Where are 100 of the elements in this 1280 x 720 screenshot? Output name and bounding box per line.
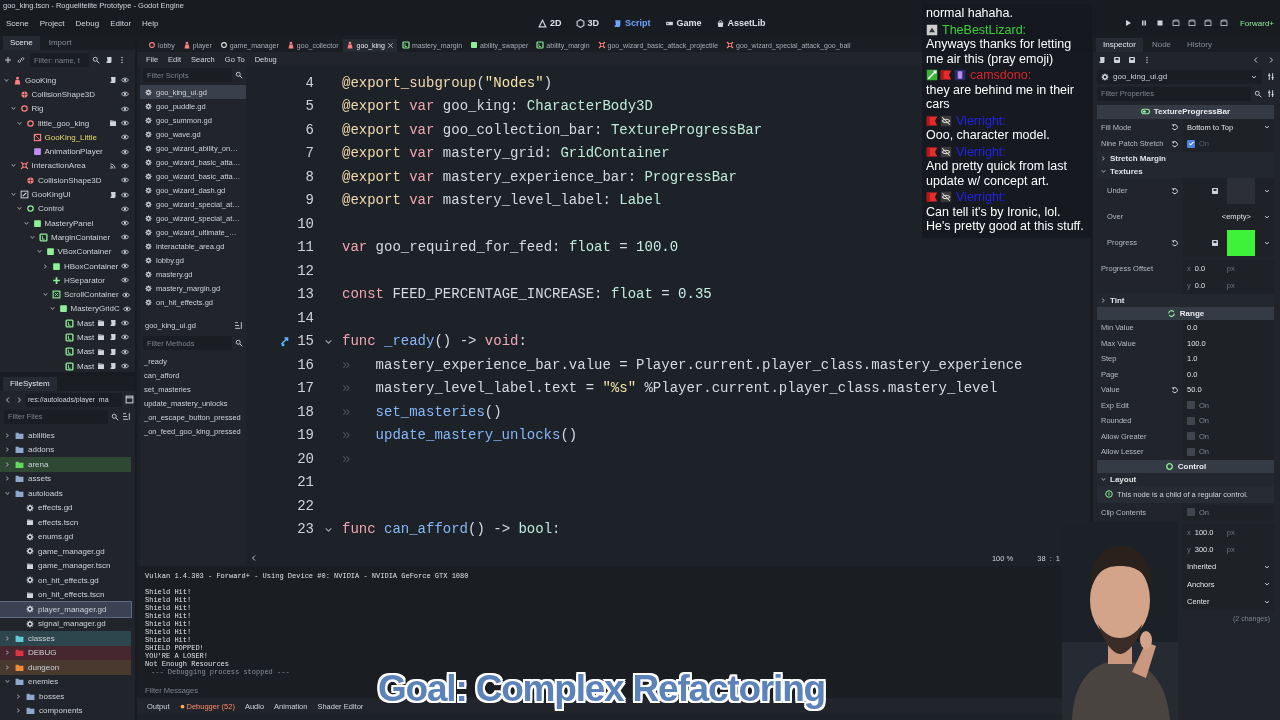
menu-item[interactable]: Help (142, 18, 159, 28)
tree-item[interactable]: little_goo_king (0, 115, 135, 131)
visibility-icon[interactable] (121, 204, 129, 213)
revert-icon[interactable] (1171, 186, 1179, 195)
tree-item[interactable]: GooKing_Little (0, 130, 135, 145)
filesystem-entry[interactable]: classes (0, 631, 131, 646)
visibility-icon[interactable] (121, 362, 130, 371)
filesystem-entry[interactable]: bosses (0, 689, 131, 704)
tree-item[interactable]: MasteryGridC (0, 301, 135, 317)
tree-item[interactable]: ScrollContainer (0, 287, 135, 302)
script-icon[interactable] (109, 319, 118, 328)
tree-item[interactable]: CollisionShape3D (0, 87, 135, 102)
clapperboard-icon[interactable] (97, 362, 106, 371)
visibility-icon[interactable] (121, 262, 130, 270)
revert-icon[interactable] (1171, 123, 1179, 132)
visibility-icon[interactable] (121, 161, 129, 170)
filesystem-entry[interactable]: arena (0, 457, 131, 472)
visibility-icon[interactable] (121, 190, 129, 199)
dock-tab[interactable]: Node (1144, 38, 1179, 52)
tree-item[interactable]: Mast (0, 316, 135, 331)
filesystem-entry[interactable]: signal_manager.gd (0, 616, 131, 631)
clapperboard-icon[interactable] (97, 319, 106, 328)
script-icon[interactable] (109, 362, 118, 371)
search-icon[interactable] (235, 339, 243, 347)
visibility-icon[interactable] (121, 133, 129, 142)
movie-icon[interactable] (1188, 19, 1196, 27)
movie-icon[interactable] (1220, 19, 1228, 27)
clapperboard-icon[interactable] (109, 119, 117, 128)
clapperboard-icon[interactable] (97, 347, 106, 356)
revert-icon[interactable] (1171, 385, 1179, 394)
dock-tab[interactable]: Inspector (1096, 38, 1143, 52)
texture-preview[interactable] (1227, 229, 1255, 256)
filesystem-entry[interactable]: player_manager.gd (0, 602, 131, 617)
visibility-icon[interactable] (121, 176, 129, 185)
resource-dropdown[interactable]: goo_king_ui.gd (1097, 69, 1262, 84)
revert-icon[interactable] (1171, 139, 1179, 148)
visibility-icon[interactable] (121, 333, 130, 342)
script-icon[interactable] (109, 333, 118, 342)
pause-icon[interactable] (1140, 19, 1148, 27)
workspace-tab[interactable]: 2D (536, 16, 564, 30)
filesystem-entry[interactable]: on_hit_effects.tscn (0, 587, 131, 602)
workspace-tab[interactable]: Script (611, 16, 653, 30)
dock-tab[interactable]: Scene (3, 36, 40, 50)
load-icon[interactable] (1113, 56, 1121, 64)
visibility-icon[interactable] (121, 347, 130, 356)
filesystem-entry[interactable]: effects.tscn (0, 515, 131, 530)
filesystem-entry[interactable]: enemies (0, 674, 131, 689)
script-icon[interactable] (109, 190, 117, 199)
filesystem-entry[interactable]: abilities (0, 428, 131, 443)
tree-item[interactable]: VBoxContainer (0, 244, 135, 259)
visibility-icon[interactable] (121, 76, 129, 85)
tree-item[interactable]: HBoxContainer (0, 258, 135, 274)
play-icon[interactable] (1124, 19, 1132, 27)
filesystem-entry[interactable]: game_manager.gd (0, 544, 131, 559)
tool-icon[interactable] (1267, 72, 1276, 81)
tree-item[interactable]: Mast (0, 344, 135, 359)
script-icon[interactable] (105, 56, 113, 64)
close-icon[interactable] (386, 41, 394, 49)
script-icon[interactable] (1098, 56, 1106, 64)
dock-tab[interactable]: History (1180, 38, 1219, 52)
load-icon[interactable] (1211, 238, 1219, 247)
menu-item[interactable]: Debug (75, 18, 100, 28)
menu-item[interactable]: Project (39, 18, 65, 28)
script-icon[interactable] (109, 347, 118, 356)
visibility-icon[interactable] (121, 104, 129, 113)
search-icon[interactable] (235, 71, 243, 79)
signal-icon[interactable] (109, 161, 117, 170)
tree-item[interactable]: MarginContainer (0, 230, 135, 245)
workspace-tab[interactable]: AssetLib (713, 16, 768, 30)
more-icon[interactable] (1143, 56, 1151, 64)
menu-item[interactable]: Editor (110, 18, 132, 28)
tree-item[interactable]: InteractionArea (0, 158, 135, 174)
filesystem-entry[interactable]: addons (0, 442, 131, 457)
filesystem-entry[interactable]: game_manager.tscn (0, 558, 131, 573)
visibility-icon[interactable] (121, 90, 129, 99)
workspace-tab[interactable]: Game (662, 16, 704, 30)
workspace-tab[interactable]: 3D (573, 16, 602, 30)
visibility-icon[interactable] (122, 304, 131, 313)
filesystem-entry[interactable]: assets (0, 471, 131, 486)
load-icon[interactable] (1211, 186, 1219, 195)
search-icon[interactable] (1254, 89, 1262, 98)
clapperboard-icon[interactable] (97, 333, 106, 342)
tree-item[interactable]: Rig (0, 101, 135, 116)
visibility-icon[interactable] (121, 233, 129, 242)
visibility-icon[interactable] (121, 319, 130, 328)
tree-item[interactable]: HSeparator (0, 273, 135, 288)
tree-item[interactable]: GooKingUI (0, 187, 135, 202)
filesystem-entry[interactable]: components (0, 703, 131, 718)
filesystem-entry[interactable]: on_hit_effects.gd (0, 573, 131, 588)
filesystem-entry[interactable]: dungeon (0, 660, 131, 675)
filesystem-entry[interactable]: autoloads (0, 486, 131, 501)
renderer-dropdown[interactable]: Forward+ (1240, 18, 1274, 28)
filesystem-entry[interactable]: effects.gd (0, 500, 131, 515)
more-icon[interactable] (118, 56, 126, 64)
tool-icon[interactable] (1267, 89, 1276, 98)
script-icon[interactable] (109, 76, 117, 85)
visibility-icon[interactable] (121, 219, 129, 228)
tree-item[interactable]: Mast (0, 330, 135, 345)
tree-item[interactable]: Control (0, 201, 135, 216)
visibility-icon[interactable] (121, 147, 129, 156)
